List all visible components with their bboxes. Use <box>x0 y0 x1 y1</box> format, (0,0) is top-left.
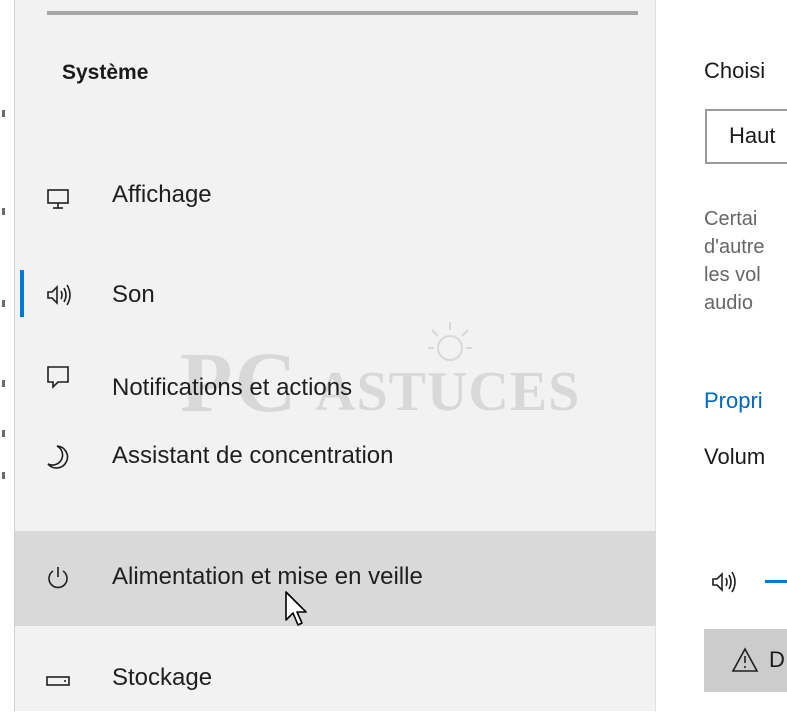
speaker-icon[interactable] <box>710 568 746 596</box>
device-properties-link[interactable]: Propri <box>704 388 763 414</box>
background-window-detail <box>2 300 5 307</box>
background-window-detail <box>2 472 5 479</box>
description-line: Certai <box>704 208 758 230</box>
description-line: les vol <box>704 264 761 286</box>
description-line: audio <box>704 292 753 314</box>
background-window-detail <box>2 110 5 117</box>
sidebar-item-stockage[interactable]: Stockage <box>15 626 656 721</box>
sidebar-item-label: Notifications et actions <box>112 374 353 401</box>
sidebar-item-notifications[interactable]: Notifications et actions <box>15 342 656 437</box>
main-content: Choisi Haut Certai d'autre les vol audio… <box>657 0 787 711</box>
sidebar-top-divider <box>47 11 638 15</box>
output-device-heading: Choisi <box>704 58 766 83</box>
notification-icon <box>45 364 71 390</box>
moon-icon <box>45 444 71 470</box>
description-line: d'autre <box>704 236 765 258</box>
selected-indicator <box>20 270 24 317</box>
output-device-select[interactable]: Haut <box>705 109 787 164</box>
warning-icon <box>731 647 759 673</box>
output-device-description: Certai d'autre les vol audio <box>704 205 765 317</box>
speaker-icon <box>45 282 77 308</box>
sidebar-item-label: Son <box>112 281 155 308</box>
sidebar-item-label: Affichage <box>112 181 212 208</box>
sidebar-item-label: Alimentation et mise en veille <box>112 563 423 590</box>
troubleshoot-label: D <box>769 647 785 672</box>
volume-slider[interactable] <box>765 580 787 583</box>
sidebar-item-alimentation[interactable]: Alimentation et mise en veille <box>15 531 656 626</box>
sidebar-item-label: Assistant de concentration <box>112 442 394 469</box>
background-window-edge <box>0 0 15 711</box>
sidebar-item-son[interactable]: Son <box>15 248 656 343</box>
background-window-detail <box>2 208 5 215</box>
background-window-detail <box>2 430 5 437</box>
storage-icon <box>45 668 71 694</box>
monitor-icon <box>45 187 71 213</box>
output-device-value: Haut <box>729 123 776 148</box>
troubleshoot-button[interactable]: D <box>704 629 787 692</box>
sidebar-item-label: Stockage <box>112 664 213 691</box>
sidebar-title: Système <box>62 61 149 84</box>
sidebar-item-affichage[interactable]: Affichage <box>15 145 656 240</box>
power-icon <box>45 565 71 591</box>
sidebar-item-assistant-concentration[interactable]: Assistant de concentration <box>15 436 656 531</box>
master-volume-heading: Volum <box>704 444 766 469</box>
background-window-detail <box>2 380 5 387</box>
